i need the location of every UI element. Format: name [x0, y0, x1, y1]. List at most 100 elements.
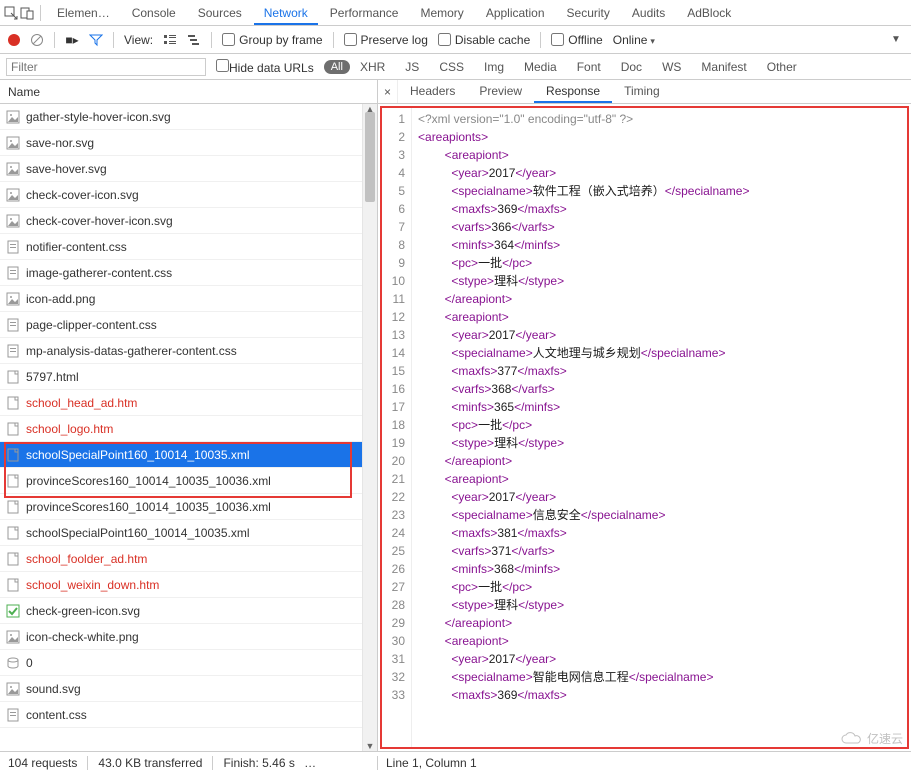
detail-tab-preview[interactable]: Preview	[467, 80, 534, 103]
close-detail-icon[interactable]: ×	[378, 80, 398, 103]
filter-type-css[interactable]: CSS	[439, 60, 464, 74]
request-name: check-cover-hover-icon.svg	[26, 214, 173, 228]
disable-cache-checkbox[interactable]: Disable cache	[438, 33, 530, 47]
request-row[interactable]: gather-style-hover-icon.svg	[0, 104, 377, 130]
file-type-icon	[6, 110, 20, 124]
request-row[interactable]: check-cover-icon.svg	[0, 182, 377, 208]
request-row[interactable]: notifier-content.css	[0, 234, 377, 260]
separator	[87, 756, 88, 770]
filter-all-pill[interactable]: All	[324, 60, 350, 74]
request-row[interactable]: 0	[0, 650, 377, 676]
source-code[interactable]: <?xml version="1.0" encoding="utf-8" ?> <…	[412, 108, 907, 747]
filter-type-font[interactable]: Font	[577, 60, 601, 74]
request-row[interactable]: school_head_ad.htm	[0, 390, 377, 416]
code-line: </areapiont>	[418, 452, 903, 470]
request-row[interactable]: provinceScores160_10014_10035_10036.xml	[0, 468, 377, 494]
code-line: <specialname>智能电网信息工程</specialname>	[418, 668, 903, 686]
request-name: provinceScores160_10014_10035_10036.xml	[26, 474, 271, 488]
detail-tab-timing[interactable]: Timing	[612, 80, 672, 103]
request-row[interactable]: mp-analysis-datas-gatherer-content.css	[0, 338, 377, 364]
separator	[212, 756, 213, 770]
view-waterfall-icon[interactable]	[187, 33, 201, 47]
filter-type-ws[interactable]: WS	[662, 60, 681, 74]
clear-icon[interactable]	[30, 33, 44, 47]
request-name: sound.svg	[26, 682, 81, 696]
panel-tab-adblock[interactable]: AdBlock	[677, 1, 741, 25]
response-body: 1234567891011121314151617181920212223242…	[380, 106, 909, 749]
request-row[interactable]: check-cover-hover-icon.svg	[0, 208, 377, 234]
filter-type-media[interactable]: Media	[524, 60, 557, 74]
request-row[interactable]: school_foolder_ad.htm	[0, 546, 377, 572]
detail-tab-response[interactable]: Response	[534, 80, 612, 103]
filter-type-other[interactable]: Other	[767, 60, 797, 74]
code-line: <varfs>371</varfs>	[418, 542, 903, 560]
filter-type-img[interactable]: Img	[484, 60, 504, 74]
panel-tab-network[interactable]: Network	[254, 1, 318, 25]
group-by-frame-label: Group by frame	[239, 33, 322, 47]
panel-tab-console[interactable]: Console	[122, 1, 186, 25]
request-row[interactable]: content.css	[0, 702, 377, 728]
panel-tab-memory[interactable]: Memory	[410, 1, 473, 25]
code-line: <specialname>人文地理与城乡规划</specialname>	[418, 344, 903, 362]
code-line: <?xml version="1.0" encoding="utf-8" ?>	[418, 110, 903, 128]
request-row[interactable]: save-nor.svg	[0, 130, 377, 156]
group-by-frame-checkbox[interactable]: Group by frame	[222, 33, 322, 47]
separator	[211, 32, 212, 48]
request-row[interactable]: school_weixin_down.htm	[0, 572, 377, 598]
request-row[interactable]: provinceScores160_10014_10035_10036.xml	[0, 494, 377, 520]
request-row[interactable]: icon-add.png	[0, 286, 377, 312]
filter-type-doc[interactable]: Doc	[621, 60, 642, 74]
detail-tab-headers[interactable]: Headers	[398, 80, 467, 103]
filter-type-xhr[interactable]: XHR	[360, 60, 385, 74]
panel-tab-sources[interactable]: Sources	[188, 1, 252, 25]
filter-input[interactable]	[6, 58, 206, 76]
panel-tab-application[interactable]: Application	[476, 1, 555, 25]
request-row[interactable]: schoolSpecialPoint160_10014_10035.xml	[0, 520, 377, 546]
offline-checkbox[interactable]: Offline	[551, 33, 602, 47]
filter-type-manifest[interactable]: Manifest	[701, 60, 746, 74]
request-row[interactable]: page-clipper-content.css	[0, 312, 377, 338]
scrollbar[interactable]: ▲ ▼	[362, 104, 377, 751]
request-name: image-gatherer-content.css	[26, 266, 172, 280]
filter-toggle-icon[interactable]	[89, 33, 103, 47]
view-large-icon[interactable]	[163, 33, 177, 47]
request-row[interactable]: 5797.html	[0, 364, 377, 390]
filter-bar: Hide data URLs All XHR JS CSS Img Media Font D…	[0, 54, 911, 80]
preserve-log-checkbox[interactable]: Preserve log	[344, 33, 428, 47]
device-toggle-icon[interactable]	[20, 6, 34, 20]
code-line: <minfs>368</minfs>	[418, 560, 903, 578]
cursor-position: Line 1, Column 1	[378, 756, 911, 770]
status-bar: 104 requests 43.0 KB transferred Finish:…	[0, 751, 911, 773]
inspect-icon[interactable]	[4, 6, 18, 20]
request-row[interactable]: sound.svg	[0, 676, 377, 702]
request-row[interactable]: save-hover.svg	[0, 156, 377, 182]
request-row[interactable]: check-green-icon.svg	[0, 598, 377, 624]
more-icon[interactable]: ▼	[889, 33, 903, 47]
file-type-icon	[6, 708, 20, 722]
line-gutter: 1234567891011121314151617181920212223242…	[382, 108, 412, 747]
offline-label: Offline	[568, 33, 602, 47]
file-type-icon	[6, 396, 20, 410]
filter-type-js[interactable]: JS	[405, 60, 419, 74]
column-header-name[interactable]: Name	[0, 80, 377, 104]
request-list[interactable]: gather-style-hover-icon.svgsave-nor.svgs…	[0, 104, 377, 751]
request-row[interactable]: image-gatherer-content.css	[0, 260, 377, 286]
panel-tab-security[interactable]: Security	[557, 1, 620, 25]
request-row[interactable]: schoolSpecialPoint160_10014_10035.xml	[0, 442, 377, 468]
scroll-thumb[interactable]	[365, 112, 375, 202]
request-name: 0	[26, 656, 33, 670]
code-line: <stype>理科</stype>	[418, 596, 903, 614]
record-button[interactable]	[8, 34, 20, 46]
panel-tab-elemen[interactable]: Elemen…	[47, 1, 120, 25]
scroll-down-icon[interactable]: ▼	[363, 741, 377, 751]
separator	[54, 32, 55, 48]
file-type-icon	[6, 422, 20, 436]
request-row[interactable]: school_logo.htm	[0, 416, 377, 442]
throttling-dropdown[interactable]: Online	[613, 33, 655, 47]
camera-icon[interactable]: ■▸	[65, 33, 79, 47]
hide-data-urls-checkbox[interactable]: Hide data URLs	[216, 59, 314, 75]
request-row[interactable]: icon-check-white.png	[0, 624, 377, 650]
code-line: <year>2017</year>	[418, 164, 903, 182]
panel-tab-audits[interactable]: Audits	[622, 1, 675, 25]
panel-tab-performance[interactable]: Performance	[320, 1, 409, 25]
